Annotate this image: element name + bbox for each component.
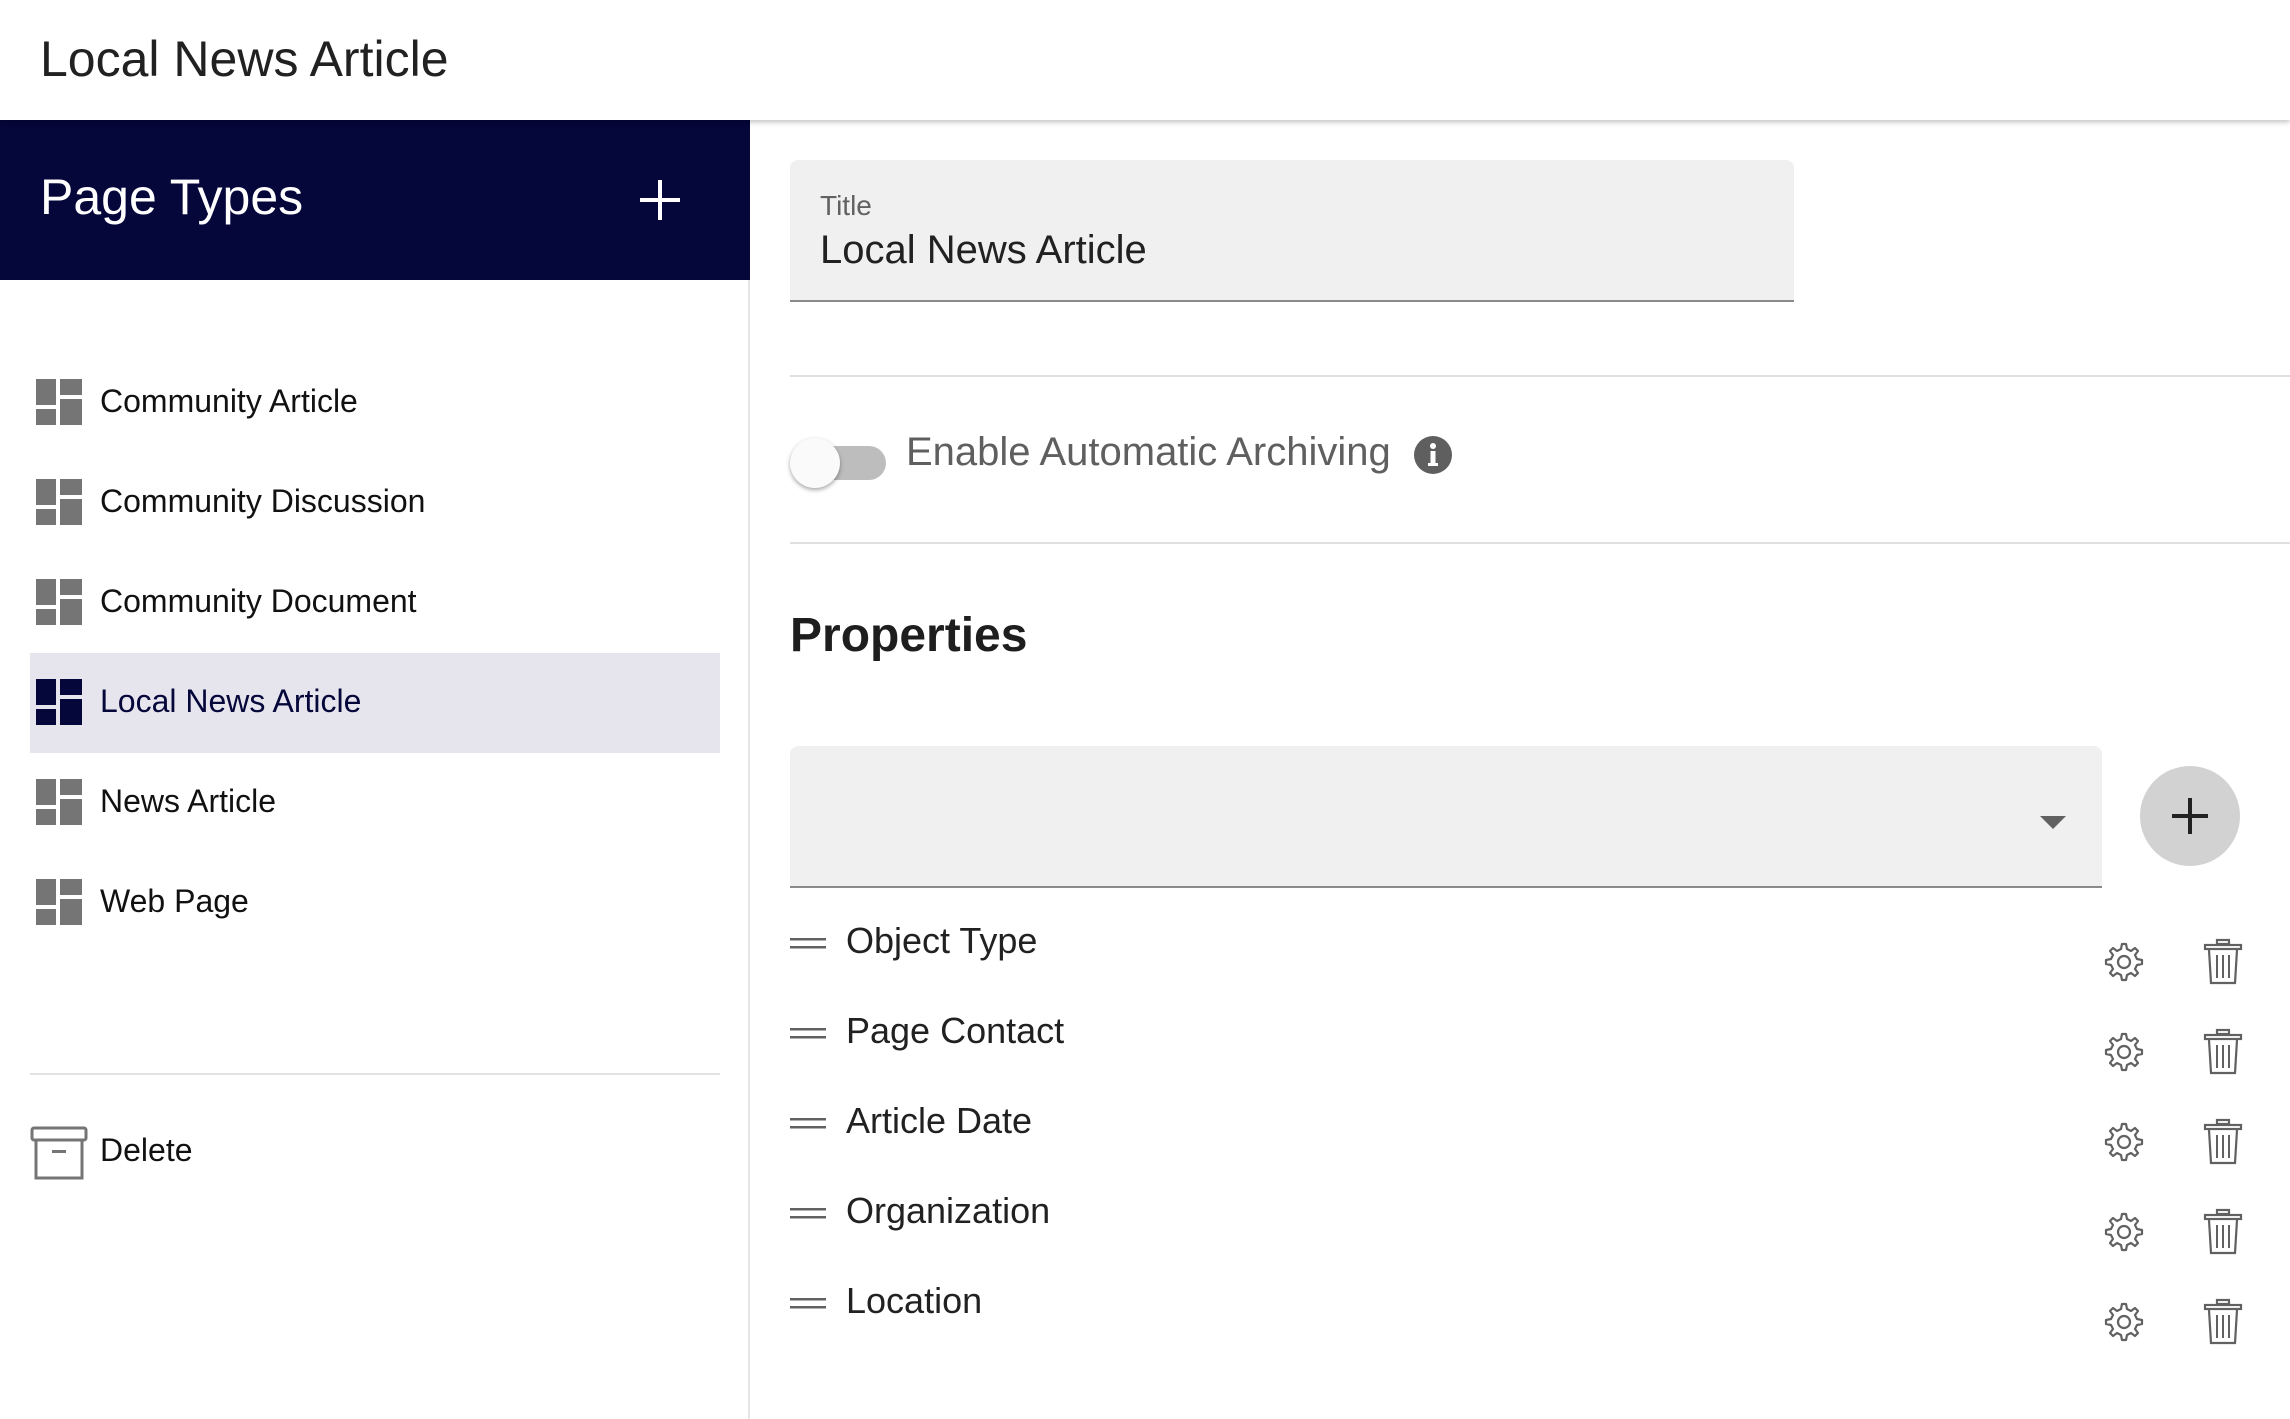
add-property-button[interactable] <box>2140 766 2240 866</box>
add-page-type-button[interactable] <box>620 160 700 240</box>
main-content: Title Local News Article Enable Automati… <box>752 120 2290 1419</box>
divider <box>790 542 2290 544</box>
info-icon[interactable] <box>1412 434 1454 476</box>
properties-heading: Properties <box>790 609 1028 662</box>
toggle-thumb <box>790 438 840 488</box>
drag-handle-icon[interactable] <box>790 1024 826 1044</box>
page-title: Local News Article <box>40 31 449 87</box>
property-row: Article Date <box>790 1090 2270 1180</box>
archiving-label: Enable Automatic Archiving <box>906 430 1391 474</box>
dashboard-icon <box>36 679 82 725</box>
dashboard-icon <box>36 879 82 925</box>
property-label: Page Contact <box>846 1010 1065 1051</box>
title-field-value[interactable]: Local News Article <box>820 228 1147 273</box>
gear-icon[interactable] <box>2102 1030 2146 1074</box>
gear-icon[interactable] <box>2102 940 2146 984</box>
archiving-toggle[interactable] <box>790 430 890 490</box>
drag-handle-icon[interactable] <box>790 1294 826 1314</box>
top-app-bar: Local News Article <box>0 0 2290 120</box>
gear-icon[interactable] <box>2102 1210 2146 1254</box>
sidebar-title: Page Types <box>40 169 304 225</box>
page-type-list: Community Article Community Discussion Com… <box>30 353 720 953</box>
property-label: Article Date <box>846 1100 1033 1141</box>
property-label: Location <box>846 1280 983 1321</box>
property-label: Object Type <box>846 920 1038 961</box>
sidebar-item[interactable]: Web Page <box>30 853 720 953</box>
trash-icon[interactable] <box>2202 1028 2244 1076</box>
dashboard-icon <box>36 379 82 425</box>
sidebar-divider <box>30 1073 720 1075</box>
sidebar-item[interactable]: Community Article <box>30 353 720 453</box>
gear-icon[interactable] <box>2102 1120 2146 1164</box>
dashboard-icon <box>36 479 82 525</box>
sidebar-item-label: Local News Article <box>100 683 362 719</box>
trash-icon[interactable] <box>2202 1208 2244 1256</box>
property-row: Object Type <box>790 910 2270 1000</box>
property-row: Organization <box>790 1180 2270 1270</box>
drag-handle-icon[interactable] <box>790 934 826 954</box>
trash-icon[interactable] <box>2202 938 2244 986</box>
sidebar-item-label: Community Document <box>100 583 417 619</box>
dashboard-icon <box>36 779 82 825</box>
sidebar-item-label: News Article <box>100 783 277 819</box>
property-row: Page Contact <box>790 1000 2270 1090</box>
property-row: Location <box>790 1270 2270 1360</box>
sidebar-item-label: Community Article <box>100 383 358 419</box>
title-field-label: Title <box>820 190 872 221</box>
sidebar-item[interactable]: Community Document <box>30 553 720 653</box>
plus-icon <box>2172 798 2208 834</box>
property-select[interactable] <box>790 746 2102 888</box>
gear-icon[interactable] <box>2102 1300 2146 1344</box>
drag-handle-icon[interactable] <box>790 1204 826 1224</box>
sidebar-item-label: Community Discussion <box>100 483 426 519</box>
sidebar-item[interactable]: Local News Article <box>30 653 720 753</box>
sidebar: Page Types Community Article Community Di… <box>0 120 750 1419</box>
dashboard-icon <box>36 579 82 625</box>
delete-label: Delete <box>100 1132 193 1168</box>
sidebar-item[interactable]: Community Discussion <box>30 453 720 553</box>
trash-icon[interactable] <box>2202 1118 2244 1166</box>
drag-handle-icon[interactable] <box>790 1114 826 1134</box>
trash-icon[interactable] <box>2202 1298 2244 1346</box>
property-list: Object Type Page Contact Article Date Organ… <box>790 910 2270 1360</box>
title-field[interactable]: Title Local News Article <box>790 160 1794 302</box>
sidebar-item-label: Web Page <box>100 883 249 919</box>
archive-icon <box>30 1126 88 1180</box>
chevron-down-icon <box>2040 816 2066 829</box>
property-label: Organization <box>846 1190 1051 1231</box>
sidebar-item[interactable]: News Article <box>30 753 720 853</box>
delete-button[interactable]: Delete <box>30 1120 430 1184</box>
divider <box>790 375 2290 377</box>
sidebar-header: Page Types <box>0 120 750 280</box>
plus-icon <box>640 180 680 220</box>
